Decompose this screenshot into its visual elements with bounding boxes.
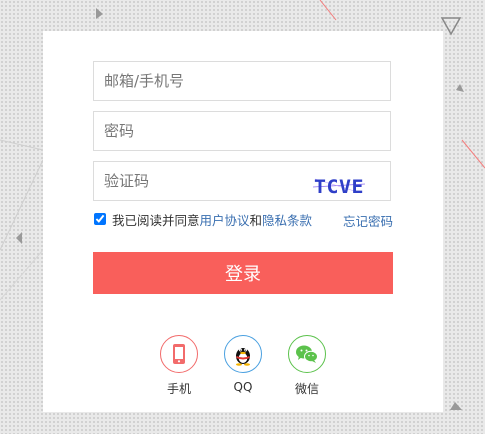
user-agreement-link[interactable]: 用户协议	[200, 210, 250, 229]
login-button[interactable]: 登录	[93, 252, 393, 294]
qq-login-label: QQ	[233, 380, 253, 394]
password-input[interactable]	[93, 111, 391, 151]
agreement-and: 和	[249, 212, 263, 228]
wechat-login-button[interactable]	[288, 335, 326, 373]
agreement-prefix: 我已阅读并同意	[112, 212, 200, 228]
phone-login-option[interactable]: 手机	[149, 335, 209, 397]
forgot-password-link[interactable]: 忘记密码	[343, 211, 393, 230]
login-card: TCVE 我已阅读并同意用户协议和隐私条款 忘记密码 登录 手机	[43, 31, 443, 412]
wechat-login-label: 微信	[294, 382, 319, 396]
phone-login-button[interactable]	[160, 335, 198, 373]
email-phone-input[interactable]	[93, 61, 391, 101]
agreement-checkbox[interactable]	[94, 213, 106, 225]
wechat-login-option[interactable]: 微信	[277, 335, 337, 397]
wechat-icon	[296, 345, 318, 363]
phone-login-label: 手机	[166, 382, 191, 396]
qq-icon	[236, 348, 250, 366]
qq-login-button[interactable]	[224, 335, 262, 373]
privacy-terms-link[interactable]: 隐私条款	[262, 210, 312, 229]
captcha-image[interactable]: TCVE	[311, 173, 367, 197]
phone-icon	[173, 344, 185, 364]
qq-login-option[interactable]: QQ	[213, 335, 273, 394]
captcha-text: TCVE	[314, 176, 364, 197]
